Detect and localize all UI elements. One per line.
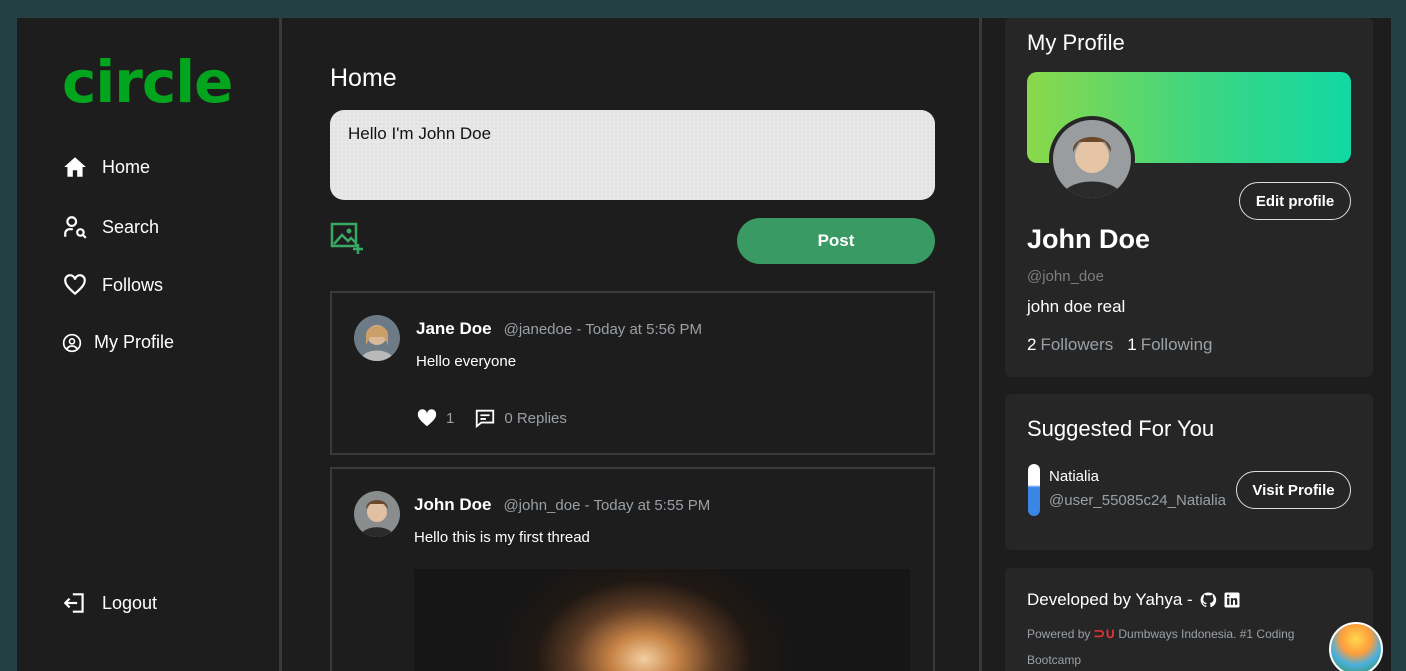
github-icon[interactable] <box>1199 591 1217 609</box>
heart-outline-icon <box>64 274 86 296</box>
followers-label: Followers <box>1040 335 1114 354</box>
thread-body: Hello this is my first thread <box>414 529 590 546</box>
edit-profile-button[interactable]: Edit profile <box>1239 182 1351 220</box>
nav-search[interactable]: Search <box>62 214 159 240</box>
thread-meta: @janedoe - Today at 5:56 PM <box>503 321 702 338</box>
developer-text: Developed by Yahya - <box>1027 590 1193 609</box>
suggested-handle: @user_55085c24_Natialia <box>1049 492 1227 509</box>
suggested-card: Suggested For You Natialia @user_55085c2… <box>1005 394 1373 550</box>
nav-follows-label: Follows <box>102 274 164 295</box>
followers-count: 2 <box>1027 335 1037 354</box>
logout-icon <box>63 593 84 613</box>
following-label: Following <box>1140 335 1213 354</box>
right-column: My Profile Edit profile John Doe @john_d… <box>985 18 1391 671</box>
dumbways-logo[interactable]: ⊃∪ <box>1093 620 1115 646</box>
post-button[interactable]: Post <box>737 218 935 264</box>
avatar[interactable] <box>354 491 400 537</box>
thread-actions: 1 0 Replies <box>416 407 567 429</box>
profile-card-title: My Profile <box>1027 30 1125 55</box>
developer-card: Developed by Yahya - Powered by ⊃∪ Dumbway… <box>1005 568 1373 671</box>
powered-prefix: Powered by <box>1027 627 1091 641</box>
suggested-name: Natialia <box>1049 468 1100 485</box>
developer-line: Developed by Yahya - <box>1027 590 1241 610</box>
nav-home[interactable]: Home <box>62 154 150 180</box>
nav-follows[interactable]: Follows <box>62 272 163 298</box>
powered-by-text: Powered by ⊃∪ Dumbways Indonesia. #1 Codin… <box>1027 620 1347 671</box>
linkedin-icon[interactable] <box>1223 591 1241 609</box>
home-icon <box>64 157 86 177</box>
app-logo[interactable]: circle <box>62 48 233 116</box>
like-count: 1 <box>446 409 455 427</box>
logout-label: Logout <box>102 592 158 613</box>
thread-body: Hello everyone <box>416 353 517 370</box>
app-frame: circle Home Search Follows My Profile Lo… <box>17 18 1391 671</box>
comment-icon[interactable] <box>474 407 496 429</box>
thread-meta: @john_doe - Today at 5:55 PM <box>503 497 711 514</box>
thread-card[interactable]: Jane Doe @janedoe - Today at 5:56 PM Hel… <box>330 291 935 455</box>
following-count: 1 <box>1127 335 1137 354</box>
main-feed: Home Hello I'm John Doe Post Jane Doe @j… <box>285 18 982 671</box>
avatar[interactable] <box>354 315 400 361</box>
profile-stats: 2 Followers 1 Following <box>1027 335 1213 355</box>
profile-bio: john doe real <box>1027 297 1126 316</box>
nav-home-label: Home <box>102 156 151 177</box>
floating-avatar-button[interactable] <box>1329 622 1383 671</box>
profile-card: My Profile Edit profile John Doe @john_d… <box>1005 18 1373 377</box>
nav-my-profile[interactable]: My Profile <box>62 332 174 353</box>
nav-search-label: Search <box>102 216 160 237</box>
following-stat[interactable]: 1 Following <box>1127 335 1212 355</box>
thread-image[interactable] <box>414 569 910 671</box>
followers-stat[interactable]: 2 Followers <box>1027 335 1113 355</box>
sidebar: circle Home Search Follows My Profile Lo… <box>17 18 282 671</box>
profile-avatar[interactable] <box>1049 116 1135 202</box>
page-title: Home <box>330 64 397 92</box>
thread-composer-input[interactable]: Hello I'm John Doe <box>330 110 935 200</box>
thread-header: Jane Doe @janedoe - Today at 5:56 PM <box>416 319 702 339</box>
thread-author-name[interactable]: John Doe <box>414 495 491 515</box>
thread-header: John Doe @john_doe - Today at 5:55 PM <box>414 495 710 515</box>
suggested-avatar[interactable] <box>1028 464 1040 516</box>
thread-author-name[interactable]: Jane Doe <box>416 319 492 339</box>
thread-card[interactable]: John Doe @john_doe - Today at 5:55 PM He… <box>330 467 935 671</box>
suggested-title: Suggested For You <box>1027 416 1215 441</box>
nav-my-profile-label: My Profile <box>94 332 175 352</box>
logout-button[interactable]: Logout <box>62 590 157 616</box>
user-circle-icon <box>62 333 82 352</box>
user-search-icon <box>64 216 87 239</box>
visit-profile-button[interactable]: Visit Profile <box>1236 471 1351 509</box>
heart-filled-icon[interactable] <box>416 407 438 429</box>
profile-name: John Doe <box>1027 224 1151 254</box>
profile-handle: @john_doe <box>1027 268 1104 285</box>
image-add-icon[interactable] <box>330 222 364 254</box>
reply-count[interactable]: 0 Replies <box>504 410 567 427</box>
